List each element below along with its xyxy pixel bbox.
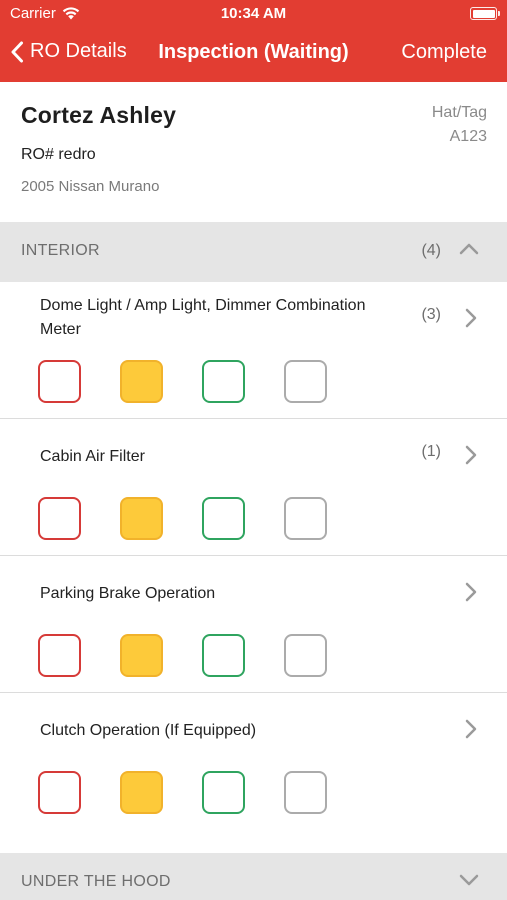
battery-icon	[470, 7, 500, 20]
ro-number: RO# redro	[21, 146, 96, 163]
inspection-item-clutch-operation[interactable]: Clutch Operation (If Equipped)	[0, 693, 507, 853]
status-selector	[38, 634, 327, 677]
inspection-item-cabin-air-filter[interactable]: Cabin Air Filter (1)	[0, 419, 507, 556]
customer-info-card: Cortez Ashley RO# redro 2005 Nissan Mura…	[0, 82, 507, 222]
hat-tag-value: A123	[449, 128, 487, 145]
status-gray-button[interactable]	[284, 634, 327, 677]
status-red-button[interactable]	[38, 634, 81, 677]
item-label: Clutch Operation (If Equipped)	[40, 722, 257, 739]
section-header-interior[interactable]: INTERIOR (4)	[0, 222, 507, 282]
status-yellow-button[interactable]	[120, 634, 163, 677]
item-label: Parking Brake Operation	[40, 585, 216, 602]
status-selector	[38, 771, 327, 814]
item-count: (3)	[421, 306, 441, 323]
inspection-item-dome-light[interactable]: Dome Light / Amp Light, Dimmer Combinati…	[0, 282, 507, 419]
status-green-button[interactable]	[202, 634, 245, 677]
status-green-button[interactable]	[202, 360, 245, 403]
status-yellow-button[interactable]	[120, 497, 163, 540]
inspection-item-parking-brake[interactable]: Parking Brake Operation	[0, 556, 507, 693]
status-red-button[interactable]	[38, 771, 81, 814]
section-count: (4)	[421, 242, 441, 259]
back-label: RO Details	[30, 40, 127, 62]
chevron-right-icon	[465, 445, 477, 465]
status-red-button[interactable]	[38, 497, 81, 540]
chevron-left-icon	[11, 41, 23, 62]
status-selector	[38, 360, 327, 403]
item-label: Dome Light / Amp Light, Dimmer Combinati…	[40, 297, 366, 338]
status-green-button[interactable]	[202, 497, 245, 540]
item-label: Cabin Air Filter	[40, 448, 145, 465]
item-count: (1)	[421, 443, 441, 460]
section-title: INTERIOR	[21, 242, 100, 259]
app-header: Carrier 10:34 AM RO Details Inspection (…	[0, 0, 507, 82]
status-bar: Carrier 10:34 AM	[0, 0, 507, 28]
customer-name: Cortez Ashley	[21, 102, 177, 128]
complete-button[interactable]: Complete	[401, 41, 487, 64]
status-gray-button[interactable]	[284, 497, 327, 540]
status-green-button[interactable]	[202, 771, 245, 814]
status-gray-button[interactable]	[284, 360, 327, 403]
chevron-right-icon	[465, 582, 477, 602]
back-button[interactable]: RO Details	[10, 40, 127, 63]
section-title: UNDER THE HOOD	[21, 873, 171, 890]
chevron-up-icon	[459, 243, 479, 255]
hat-tag-label: Hat/Tag	[431, 104, 487, 121]
status-yellow-button[interactable]	[120, 771, 163, 814]
status-yellow-button[interactable]	[120, 360, 163, 403]
status-selector	[38, 497, 327, 540]
chevron-right-icon	[465, 719, 477, 739]
vehicle-description: 2005 Nissan Murano	[21, 178, 160, 195]
navigation-bar: RO Details Inspection (Waiting) Complete	[0, 28, 507, 78]
section-header-under-the-hood[interactable]: UNDER THE HOOD	[0, 853, 507, 900]
chevron-right-icon	[465, 308, 477, 328]
chevron-down-icon	[459, 874, 479, 886]
status-time: 10:34 AM	[220, 5, 287, 22]
status-gray-button[interactable]	[284, 771, 327, 814]
status-red-button[interactable]	[38, 360, 81, 403]
